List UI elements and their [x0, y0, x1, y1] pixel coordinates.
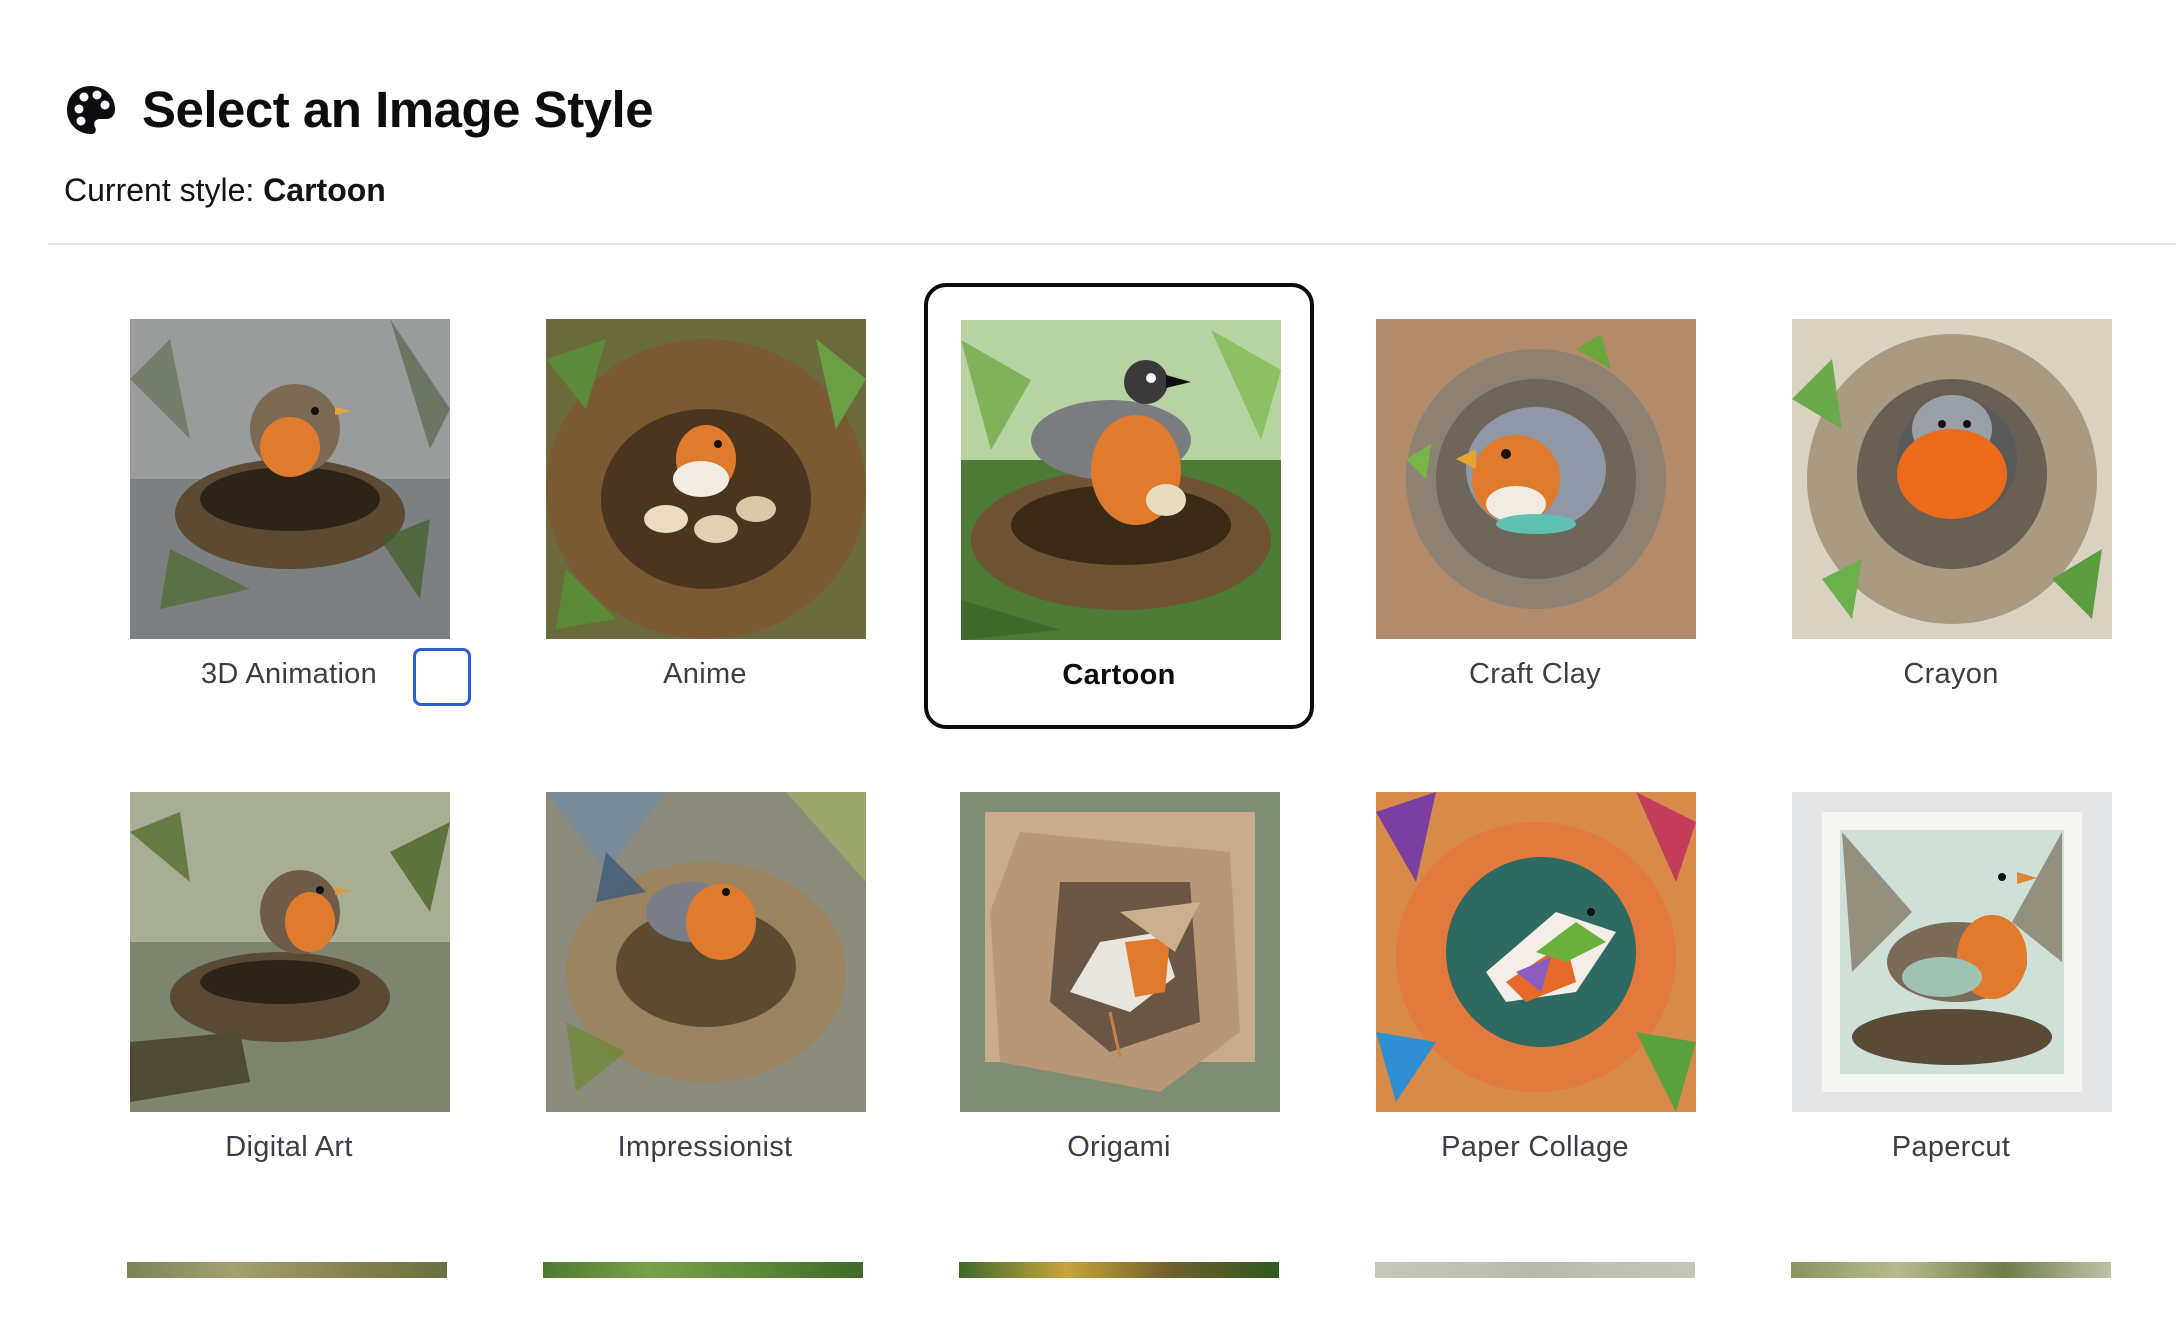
style-label: Cartoon: [1062, 659, 1176, 691]
style-card-paper-collage[interactable]: Paper Collage: [1340, 756, 1730, 1202]
style-label: Origami: [1067, 1131, 1171, 1163]
style-thumbnail-paper-collage: [1376, 792, 1696, 1112]
style-grid: 3D Animation Anime Cartoon Craft Clay Cr…: [0, 0, 2176, 1342]
style-card-papercut[interactable]: Papercut: [1756, 756, 2146, 1202]
style-thumbnail-papercut: [1792, 792, 2112, 1112]
style-label: Impressionist: [617, 1131, 793, 1163]
style-card-digital-art[interactable]: Digital Art: [94, 756, 484, 1202]
style-label: Papercut: [1891, 1131, 2011, 1163]
style-label: Digital Art: [225, 1131, 353, 1163]
style-card-origami[interactable]: Origami: [924, 756, 1314, 1202]
style-thumbnail-impressionist: [546, 792, 866, 1112]
style-thumbnail-anime: [546, 319, 866, 639]
style-thumbnail-partial[interactable]: [127, 1262, 447, 1278]
style-thumbnail-crayon: [1792, 319, 2112, 639]
style-thumbnail-partial[interactable]: [1791, 1262, 2111, 1278]
style-card-craft-clay[interactable]: Craft Clay: [1340, 283, 1730, 729]
style-label: Anime: [663, 658, 747, 690]
style-label: Craft Clay: [1469, 658, 1601, 690]
style-thumbnail-craft-clay: [1376, 319, 1696, 639]
style-thumbnail-partial[interactable]: [543, 1262, 863, 1278]
style-card-cartoon[interactable]: Cartoon: [924, 283, 1314, 729]
style-thumbnail-partial[interactable]: [1375, 1262, 1695, 1278]
style-thumbnail-3d-animation: [130, 319, 450, 639]
style-card-anime[interactable]: Anime: [510, 283, 900, 729]
style-card-crayon[interactable]: Crayon: [1756, 283, 2146, 729]
style-label: Crayon: [1903, 658, 1999, 690]
style-thumbnail-digital-art: [130, 792, 450, 1112]
focus-indicator[interactable]: [413, 648, 471, 706]
style-label: Paper Collage: [1441, 1131, 1629, 1163]
style-card-impressionist[interactable]: Impressionist: [510, 756, 900, 1202]
style-thumbnail-partial[interactable]: [959, 1262, 1279, 1278]
style-thumbnail-cartoon: [961, 320, 1281, 640]
style-thumbnail-origami: [960, 792, 1280, 1112]
